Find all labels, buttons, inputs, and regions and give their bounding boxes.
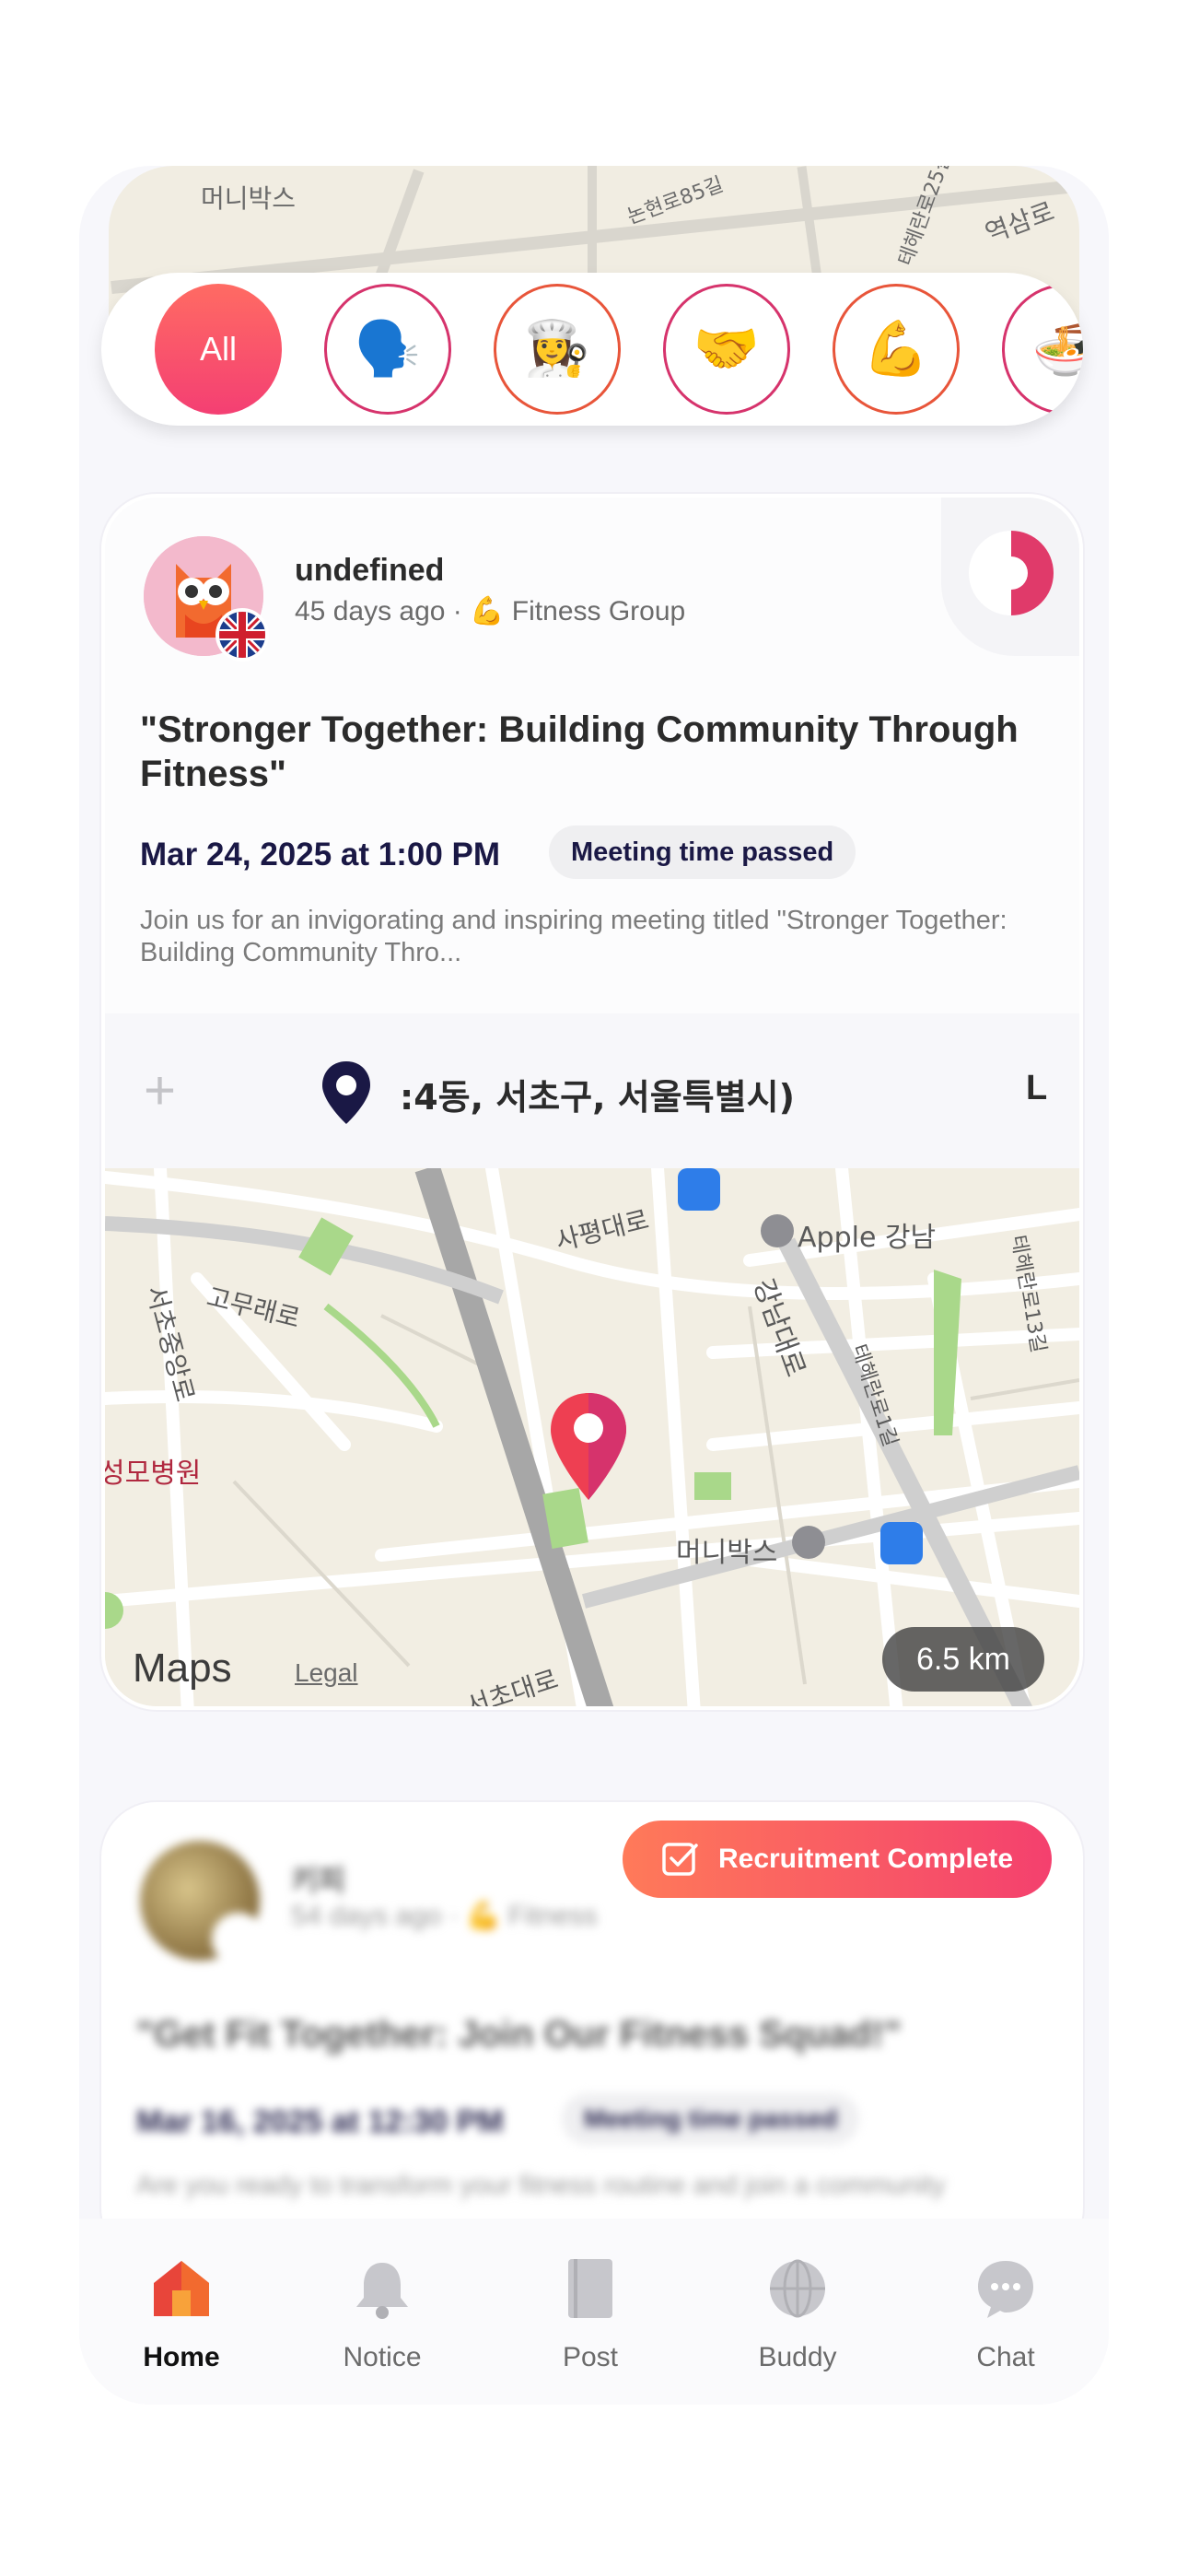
post-description: Are you ready to transform your fitness … [136,2171,946,2200]
apple-store-icon [761,1214,794,1247]
app-screen: 머니박스 논현로85길 테헤란로25길 역삼로 All 🗣️ 👩‍🍳 🤝 💪 🍜 [79,166,1109,2405]
post-title: "Get Fit Together: Join Our Fitness Squa… [136,2014,902,2055]
post-description: Join us for an invigorating and inspirin… [140,906,1007,967]
meeting-date: Mar 16, 2025 at 12:30 PM [136,2104,504,2139]
category-all-label: All [199,330,237,368]
uk-flag-icon [215,608,269,662]
document-icon [568,2259,612,2318]
post-username: 키피 [291,1864,345,1897]
tab-notice[interactable]: Notice [299,2219,465,2405]
progress-pie-icon [969,531,1054,615]
tab-post[interactable]: Post [507,2219,673,2405]
participation-indicator [941,498,1079,656]
meeting-location-map[interactable]: 사평대로 Apple 강남 고무래로 서초중앙로 강남대로 테헤란로1길 테헤란… [105,1168,1079,1706]
post-title[interactable]: "Stronger Together: Building Community T… [140,708,1052,796]
status-badge: Meeting time passed [562,2093,860,2145]
map-label: 머니박스 [201,183,297,214]
post-header: undefined 45 days ago · 💪 Fitness Group … [105,498,1079,1013]
distance-badge: 6.5 km [882,1627,1044,1692]
tab-home[interactable]: Home [99,2219,264,2405]
cook-icon: 👩‍🍳 [523,319,591,379]
post-meta: 45 days ago · 💪 Fitness Group [295,596,686,626]
category-all-button[interactable]: All [155,284,282,415]
category-fitness-button[interactable]: 💪 [833,284,960,415]
bottom-tab-bar: Home Notice Post Buddy Chat [79,2219,1109,2405]
subway-icon [678,1168,720,1211]
tab-label: Home [143,2342,220,2372]
bell-icon [356,2263,408,2319]
status-badge: Meeting time passed [549,825,856,879]
category-speaking-button[interactable]: 🗣️ [324,284,451,415]
checkbox-icon [662,1843,698,1876]
tab-label: Chat [976,2342,1035,2372]
post-card[interactable]: undefined 45 days ago · 💪 Fitness Group … [101,494,1083,1710]
map-label: 테헤란로25길 [894,166,957,269]
food-bowl-icon: 🍜 [1031,319,1083,379]
category-food-button[interactable]: 🍜 [1002,284,1083,415]
tab-label: Post [562,2342,619,2372]
location-bar[interactable]: + :4동, 서초구, 서울특별시) L [105,1013,1079,1168]
recruitment-complete-badge[interactable]: Recruitment Complete [623,1821,1052,1898]
post-card[interactable]: 키피 54 days ago · 💪 Fitness "Get Fit Toge… [101,1802,1083,2263]
category-social-button[interactable]: 🤝 [663,284,790,415]
category-cooking-button[interactable]: 👩‍🍳 [494,284,621,415]
tab-chat[interactable]: Chat [923,2219,1089,2405]
post-username[interactable]: undefined [295,553,444,589]
korea-flag-icon [212,1913,265,1966]
handshake-icon: 🤝 [693,319,761,379]
add-icon[interactable]: + [144,1063,176,1118]
bank-icon [792,1526,825,1559]
subway-icon [880,1522,923,1564]
location-pin-icon [319,1060,374,1130]
map-label: Apple 강남 [798,1222,937,1254]
tab-label: Buddy [758,2342,837,2372]
meeting-date: Mar 24, 2025 at 1:00 PM [140,837,501,872]
location-address: :4동, 서초구, 서울특별시) [400,1077,795,1118]
tab-buddy[interactable]: Buddy [715,2219,880,2405]
speaking-head-icon: 🗣️ [354,319,422,379]
apple-maps-logo: Maps [133,1645,232,1692]
recruitment-complete-label: Recruitment Complete [717,1844,1014,1874]
map-label: 성모병원 [105,1458,202,1490]
map-label: 머니박스 [676,1537,778,1569]
globe-icon [770,2259,825,2318]
chat-bubble-icon [978,2261,1033,2318]
legal-link[interactable]: Legal [295,1658,358,1688]
location-next-text: L [1026,1069,1048,1107]
home-icon [154,2261,209,2316]
post-meta: 54 days ago · 💪 Fitness [291,1901,598,1931]
category-filter-bar: All 🗣️ 👩‍🍳 🤝 💪 🍜 [101,273,1083,426]
flexed-biceps-icon: 💪 [862,319,930,379]
maps-brand-label: Maps [133,1645,232,1691]
tab-label: Notice [343,2342,422,2372]
map-marker-icon [551,1393,626,1500]
